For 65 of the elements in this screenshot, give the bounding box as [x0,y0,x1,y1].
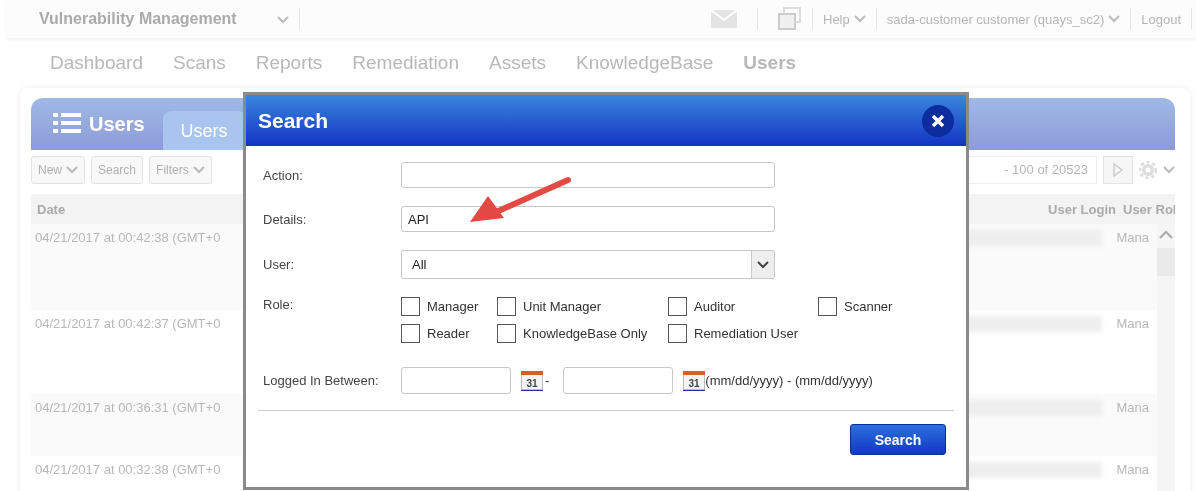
nav-item[interactable]: Scans [172,52,226,74]
date-format-hint: (mm/dd/yyyy) - (mm/dd/yyyy) [705,373,873,388]
table-cell: Mana [1116,316,1149,331]
table-cell: 04/21/2017 at 00:42:37 (GMT+0 [35,316,221,331]
next-page-button[interactable] [1103,156,1133,184]
nav-item[interactable]: Remediation [352,52,459,74]
role-checkbox[interactable]: Unit Manager [497,297,668,316]
role-checkbox[interactable]: Manager [401,297,497,316]
text-field[interactable]: API [401,206,775,232]
column-header[interactable]: Date [37,201,66,217]
table-cell: Mana [1116,400,1149,415]
field-label: Action: [263,167,304,183]
range-dash: - [545,373,550,388]
toolbar-button[interactable]: Filters [149,156,212,184]
nav-item[interactable]: Dashboard [50,52,143,74]
date-field[interactable] [401,367,511,394]
scrollbar[interactable] [1157,224,1175,491]
column-header[interactable]: User Rol [1123,201,1175,217]
scroll-up-icon[interactable] [1159,230,1173,240]
date-field[interactable] [563,367,674,394]
dialog-title: Search [258,108,329,133]
settings-icon[interactable] [1139,161,1157,179]
nav-item[interactable]: Users [743,52,797,74]
mail-icon[interactable] [711,10,737,28]
field-label: Logged In Between: [263,373,380,388]
toolbar-button[interactable]: New [31,156,85,184]
field-label: User: [263,257,296,272]
table-cell: 04/21/2017 at 00:42:38 (GMT+0 [35,230,221,245]
table-cell: 04/21/2017 at 00:36:31 (GMT+0 [35,400,221,415]
toolbar-button[interactable]: Search [91,156,144,184]
caret-icon [1163,166,1175,174]
caret-icon [1108,15,1121,23]
nav-item[interactable]: KnowledgeBase [576,52,714,74]
role-checkbox[interactable]: Remediation User [668,324,818,343]
table-cell: 04/21/2017 at 00:32:38 (GMT+0 [35,462,221,477]
play-icon [1113,163,1123,177]
logout-link[interactable]: Logout [1141,11,1181,27]
column-header[interactable]: User Login [1048,201,1116,217]
role-checkbox[interactable]: Scanner [818,297,954,316]
role-checkbox[interactable]: Reader [401,324,497,343]
field-label: Details: [263,211,308,227]
calendar-icon[interactable]: 31 [683,370,706,390]
user-menu[interactable]: sada-customer customer (quays_sc2) [886,11,1121,27]
tab[interactable]: Users [162,111,246,150]
cards-icon[interactable] [778,7,802,31]
calendar-icon[interactable]: 31 [521,370,543,390]
table-cell: Mana [1116,230,1149,245]
app-title[interactable]: Vulnerability Management [39,10,237,28]
text-field[interactable] [401,162,775,188]
field-label: Role: [263,297,295,312]
panel-title: Users [89,112,145,136]
role-checkbox[interactable]: Auditor [668,297,818,316]
nav-item[interactable]: Reports [255,52,323,74]
app-menu-caret-icon [276,16,289,24]
role-checkbox[interactable]: KnowledgeBase Only [497,324,668,343]
dropdown-caret-icon [757,260,769,269]
close-icon [931,113,945,128]
user-select[interactable]: All [401,250,775,279]
nav-item[interactable]: Assets [488,52,546,74]
list-icon [53,113,81,135]
close-button[interactable] [922,104,954,137]
search-button[interactable]: Search [850,424,946,455]
help-menu[interactable]: Help [823,11,866,27]
caret-icon [853,15,866,23]
table-cell: Mana [1116,462,1149,477]
